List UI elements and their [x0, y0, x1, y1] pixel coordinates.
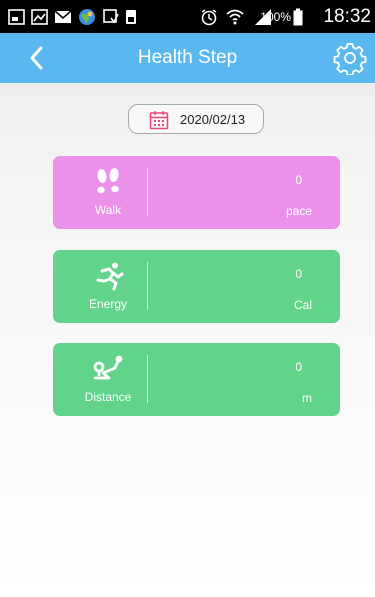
battery-percent: 100%	[260, 10, 291, 24]
card-divider	[147, 355, 148, 403]
distance-card[interactable]: Distance 0 m	[53, 343, 340, 416]
title-bar: Health Step	[0, 33, 375, 83]
running-person-icon	[96, 262, 124, 291]
distance-unit: m	[302, 391, 312, 405]
battery-icon	[293, 8, 303, 26]
alarm-icon	[201, 9, 217, 26]
download-icon	[103, 9, 119, 24]
walk-card[interactable]: Walk 0 pace	[53, 156, 340, 229]
date-picker-button[interactable]: 2020/02/13	[128, 104, 264, 134]
app-screen: 100% 18:32 Health Step 2020/02/13 Walk 0…	[0, 0, 375, 597]
footsteps-icon	[97, 168, 119, 194]
notification-icon	[8, 9, 25, 25]
sim-icon	[126, 10, 136, 24]
walk-label: Walk	[94, 203, 122, 217]
energy-label: Energy	[88, 297, 128, 311]
distance-value: 0	[295, 360, 302, 374]
calendar-icon	[149, 111, 169, 130]
card-divider	[147, 168, 148, 216]
browser-icon	[79, 9, 95, 25]
gear-icon[interactable]	[333, 41, 367, 75]
energy-card[interactable]: Energy 0 Cal	[53, 250, 340, 323]
status-time: 18:32	[323, 6, 371, 27]
distance-label: Distance	[84, 390, 132, 404]
selected-date: 2020/02/13	[180, 112, 246, 127]
energy-value: 0	[295, 267, 302, 281]
gallery-icon	[31, 9, 48, 25]
walk-unit: pace	[285, 204, 312, 218]
page-title: Health Step	[137, 47, 238, 68]
wifi-icon	[226, 9, 244, 25]
status-bar: 100% 18:32	[0, 0, 375, 33]
walk-value: 0	[295, 173, 302, 187]
route-icon	[93, 355, 123, 380]
messages-icon	[54, 10, 72, 23]
card-divider	[147, 262, 148, 310]
energy-unit: Cal	[293, 298, 312, 312]
